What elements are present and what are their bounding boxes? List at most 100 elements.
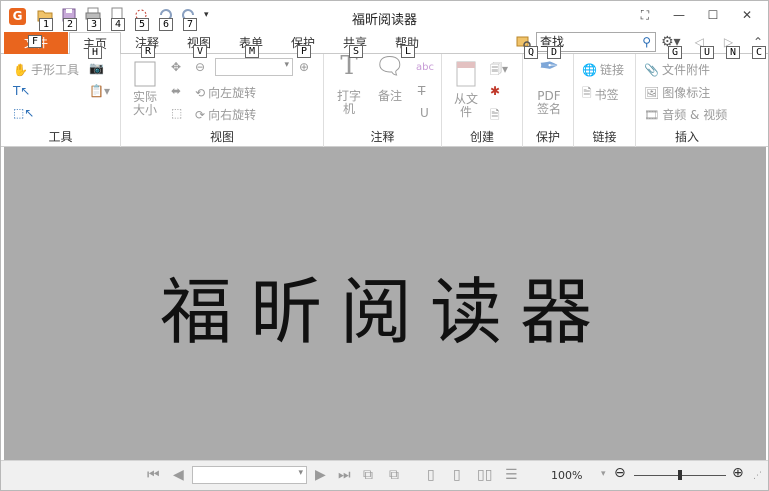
zoom-level[interactable]: 100% xyxy=(551,469,582,482)
file-attachment-button[interactable]: 📎 文件附件 xyxy=(644,61,710,78)
tab-home[interactable]: 主页 H xyxy=(69,32,121,59)
rotate-left-label: 向左旋转 xyxy=(208,86,257,100)
zoom-in-icon[interactable]: ⊕ xyxy=(732,465,744,481)
single-page-icon[interactable]: ▯ xyxy=(427,467,435,483)
group-links: 🌐 链接 🗎 书签 链接 xyxy=(574,54,636,147)
rotate-right-button[interactable]: ⟳ 向右旋转 xyxy=(195,106,256,123)
keytip: N xyxy=(726,46,741,59)
image-annotation-button[interactable]: 🖼 图像标注 xyxy=(644,84,710,101)
from-file-button[interactable]: 从文件 xyxy=(450,60,482,119)
audio-video-button[interactable]: 🎞 音频 & 视频 xyxy=(644,106,727,123)
page-number-field[interactable] xyxy=(192,466,307,484)
resize-grip-icon[interactable]: ⋰ xyxy=(753,471,762,481)
zoom-slider[interactable] xyxy=(634,470,726,480)
tab-help[interactable]: 帮助 L xyxy=(387,32,427,58)
prev-page-icon[interactable]: ◀ xyxy=(173,467,184,483)
facing-page-icon[interactable]: ▯▯ xyxy=(477,467,492,483)
keytip: 6 xyxy=(159,18,174,31)
typewriter-label: 打字机 xyxy=(336,89,361,116)
tab-file[interactable]: 文件 F xyxy=(4,32,68,54)
highlight-icon[interactable]: abc xyxy=(416,62,434,73)
fullscreen-icon[interactable]: ⛶ xyxy=(628,5,662,25)
underline-icon[interactable]: U xyxy=(420,106,429,120)
group-create: 从文件 🗐▾ ✱ 🗎 创建 xyxy=(442,54,523,147)
group-annotate: T 打字机 🗨 备注 abc T̶ U 注释 xyxy=(324,51,442,147)
last-page-icon[interactable]: ⏭ xyxy=(338,467,351,483)
keytip: U xyxy=(700,46,715,59)
keytip: V xyxy=(193,45,208,58)
close-button[interactable]: ✕ xyxy=(730,5,764,25)
zoom-out-icon[interactable]: ⊖ xyxy=(195,60,205,74)
link-button[interactable]: 🌐 链接 xyxy=(582,61,624,78)
group-label-annotate: 注释 xyxy=(370,130,395,144)
note-label: 备注 xyxy=(377,89,402,103)
bookmark-label: 书签 xyxy=(594,88,619,102)
zoom-dropdown-icon[interactable]: ▾ xyxy=(601,469,606,479)
search-icon[interactable]: ⚲ xyxy=(642,33,651,51)
combine-files-icon[interactable]: 🗎 xyxy=(490,106,500,127)
group-label-create: 创建 xyxy=(469,130,494,144)
keytip: F xyxy=(28,35,43,48)
zoom-in-icon[interactable]: ⊕ xyxy=(299,60,309,74)
hand-icon: ✋ xyxy=(13,62,28,77)
fit-page-icon[interactable]: ✥ xyxy=(171,60,181,74)
tab-comment[interactable]: 注释 R xyxy=(127,32,167,58)
maximize-button[interactable]: ☐ xyxy=(696,5,730,25)
minimize-button[interactable]: — xyxy=(662,5,696,25)
continuous-facing-icon[interactable]: ☰ xyxy=(505,467,518,483)
file-attachment-label: 文件附件 xyxy=(661,63,710,77)
fit-visible-icon[interactable]: ⬚ xyxy=(171,106,182,120)
prev-view-icon[interactable]: ⧉ xyxy=(363,467,373,483)
image-annotation-label: 图像标注 xyxy=(662,86,711,100)
first-page-icon[interactable]: ⏮ xyxy=(147,467,160,483)
group-tools: ✋ 手形工具 📷 T↖ 📋▾ ⬚↖ 工具 xyxy=(1,54,121,147)
find-dropdown-icon[interactable]: Q xyxy=(516,34,539,59)
zoom-slider-thumb[interactable] xyxy=(678,470,682,480)
next-page-icon[interactable]: ▶ xyxy=(315,467,326,483)
actual-size-button[interactable]: 实际大小 xyxy=(129,60,161,117)
keytip: D xyxy=(547,46,562,59)
snapshot-icon[interactable]: 📷 xyxy=(89,61,104,75)
ribbon: ✋ 手形工具 📷 T↖ 📋▾ ⬚↖ 工具 实际大小 ✥ ⊖ ⊕ ⬌ ⟲ 向左旋转 xyxy=(1,51,768,147)
group-label-links: 链接 xyxy=(592,130,617,144)
keytip: 1 xyxy=(39,18,54,31)
next-view-icon[interactable]: ⧉ xyxy=(389,467,399,483)
group-label-view: 视图 xyxy=(209,130,234,144)
window-controls: ⛶ — ☐ ✕ xyxy=(628,5,764,25)
tab-view[interactable]: 视图 V xyxy=(179,32,219,58)
document-area[interactable]: 福昕阅读器 xyxy=(4,147,766,460)
rotate-right-label: 向右旋转 xyxy=(208,108,257,122)
fit-width-icon[interactable]: ⬌ xyxy=(171,84,181,98)
page-icon xyxy=(134,61,156,87)
image-icon: 🖼 xyxy=(644,85,660,100)
continuous-page-icon[interactable]: ▯ xyxy=(453,467,461,483)
pdf-sign-button[interactable]: ✒ PDF签名 xyxy=(529,54,569,116)
new-from-scanner-icon[interactable]: ✱ xyxy=(490,84,500,98)
bookmark-button[interactable]: 🗎 书签 xyxy=(582,84,619,105)
group-insert: 📎 文件附件 🖼 图像标注 🎞 音频 & 视频 插入 xyxy=(636,54,738,147)
strikeout-icon[interactable]: T̶ xyxy=(418,84,425,98)
group-view: 实际大小 ✥ ⊖ ⊕ ⬌ ⟲ 向左旋转 ⬚ ⟳ 向右旋转 视图 xyxy=(121,54,324,147)
clipboard-icon[interactable]: 📋▾ xyxy=(89,84,110,98)
keytip: M xyxy=(245,45,260,58)
tab-form[interactable]: 表单 M xyxy=(231,32,271,58)
zoom-combo[interactable] xyxy=(215,58,293,76)
from-file-label: 从文件 xyxy=(453,92,478,119)
select-text-icon[interactable]: T↖ xyxy=(13,84,30,98)
select-annotation-icon[interactable]: ⬚↖ xyxy=(13,106,34,120)
group-label-protect: 保护 xyxy=(535,130,560,144)
title-bar: G 1 2 3 4 5 6 7 ▾ 福昕阅读器 ⛶ — ☐ ✕ xyxy=(1,1,768,32)
tab-protect[interactable]: 保护 P xyxy=(283,32,323,58)
typewriter-button[interactable]: T 打字机 xyxy=(332,51,366,116)
note-button[interactable]: 🗨 备注 xyxy=(372,54,408,103)
hand-tool-button[interactable]: ✋ 手形工具 xyxy=(13,61,79,78)
blank-page-icon[interactable]: 🗐▾ xyxy=(490,60,508,81)
video-icon: 🎞 xyxy=(644,107,660,122)
bookmark-icon: 🗎 xyxy=(582,86,592,100)
group-protect: ✒ PDF签名 保护 xyxy=(523,54,574,147)
splash-logo-text: 福昕阅读器 xyxy=(159,270,610,354)
keytip: 7 xyxy=(183,18,198,31)
rotate-left-button[interactable]: ⟲ 向左旋转 xyxy=(195,84,256,101)
typewriter-icon: T xyxy=(340,51,358,81)
zoom-out-icon[interactable]: ⊖ xyxy=(614,465,626,481)
